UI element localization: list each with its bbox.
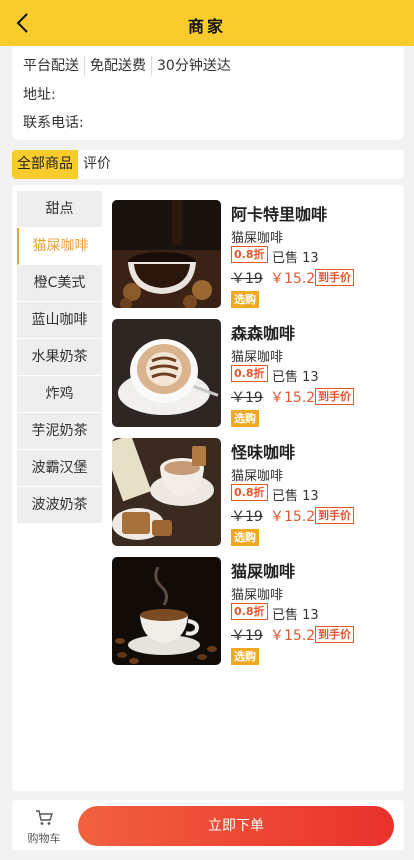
final-price: ￥15.2: [270, 390, 316, 406]
service-tag: 免配送费: [84, 56, 151, 76]
select-button[interactable]: 选购: [231, 529, 259, 546]
product-item[interactable]: 森森咖啡 猫屎咖啡 0.8折 已售 13 ￥19 ￥15.2 到手价 选购: [112, 319, 402, 428]
final-price: ￥15.2: [270, 628, 316, 644]
category-item[interactable]: 橙C美式: [17, 265, 102, 302]
product-item[interactable]: 怪味咖啡 猫屎咖啡 0.8折 已售 13 ￥19 ￥15.2 到手价 选购: [112, 438, 402, 547]
final-price-tag: 到手价: [315, 269, 354, 286]
product-name: 森森咖啡: [231, 324, 296, 343]
category-item[interactable]: 蓝山咖啡: [17, 302, 102, 339]
final-price-tag: 到手价: [315, 626, 354, 643]
product-desc: 猫屎咖啡: [231, 350, 284, 365]
category-item[interactable]: 波霸汉堡: [17, 450, 102, 487]
place-order-button[interactable]: 立即下单: [78, 806, 394, 846]
sold-count: 已售 13: [272, 370, 319, 385]
discount-badge: 0.8折: [231, 484, 268, 501]
bottom-bar: 购物车 立即下单: [12, 800, 404, 850]
coffee-beans-photo: [112, 557, 221, 665]
category-item[interactable]: 波波奶茶: [17, 487, 102, 524]
category-item[interactable]: 炸鸡: [17, 376, 102, 413]
original-price: ￥19: [231, 628, 263, 644]
tab-reviews[interactable]: 评价: [78, 150, 116, 179]
header-bar: 商家: [0, 0, 414, 46]
product-name: 猫屎咖啡: [231, 562, 296, 581]
coffee-biscuit-photo: [112, 438, 221, 546]
category-item[interactable]: 芋泥奶茶: [17, 413, 102, 450]
tab-bar: 全部商品 评价: [12, 150, 404, 179]
product-panel: 甜点 猫屎咖啡 橙C美式 蓝山咖啡 水果奶茶 炸鸡 芋泥奶茶 波霸汉堡 波波奶茶: [12, 185, 404, 791]
product-desc: 猫屎咖啡: [231, 588, 284, 603]
category-item-active[interactable]: 猫屎咖啡: [17, 228, 102, 265]
product-item[interactable]: 猫屎咖啡 猫屎咖啡 0.8折 已售 13 ￥19 ￥15.2 到手价 选购: [112, 557, 402, 666]
tab-all-products[interactable]: 全部商品: [12, 150, 78, 179]
product-desc: 猫屎咖啡: [231, 231, 284, 246]
discount-badge: 0.8折: [231, 365, 268, 382]
select-button[interactable]: 选购: [231, 648, 259, 665]
category-sidebar: 甜点 猫屎咖啡 橙C美式 蓝山咖啡 水果奶茶 炸鸡 芋泥奶茶 波霸汉堡 波波奶茶: [17, 191, 102, 524]
original-price: ￥19: [231, 271, 263, 287]
category-item[interactable]: 水果奶茶: [17, 339, 102, 376]
product-item[interactable]: 阿卡特里咖啡 猫屎咖啡 0.8折 已售 13 ￥19 ￥15.2 到手价 选购: [112, 200, 402, 309]
product-image: [112, 319, 221, 427]
product-image: [112, 557, 221, 665]
select-button[interactable]: 选购: [231, 410, 259, 427]
original-price: ￥19: [231, 390, 263, 406]
latte-art-photo: [112, 319, 221, 427]
final-price-tag: 到手价: [315, 388, 354, 405]
original-price: ￥19: [231, 509, 263, 525]
cart-label: 购物车: [27, 832, 61, 845]
page-title: 商家: [187, 17, 226, 36]
final-price-tag: 到手价: [315, 507, 354, 524]
category-item[interactable]: 甜点: [17, 191, 102, 228]
select-button[interactable]: 选购: [231, 291, 259, 308]
product-name: 阿卡特里咖啡: [231, 205, 328, 224]
address-label: 地址:: [23, 87, 56, 103]
store-info-card: 平台配送 免配送费 30分钟送达 地址: 联系电话:: [12, 46, 404, 140]
discount-badge: 0.8折: [231, 603, 268, 620]
product-image: [112, 200, 221, 308]
phone-label: 联系电话:: [23, 115, 84, 131]
product-desc: 猫屎咖啡: [231, 469, 284, 484]
final-price: ￥15.2: [270, 509, 316, 525]
product-name: 怪味咖啡: [231, 443, 296, 462]
service-tag: 平台配送: [23, 58, 79, 74]
discount-badge: 0.8折: [231, 246, 268, 263]
sold-count: 已售 13: [272, 251, 319, 266]
product-image: [112, 438, 221, 546]
cart-button[interactable]: 购物车: [24, 810, 64, 846]
final-price: ￥15.2: [270, 271, 316, 287]
service-tag: 30分钟送达: [151, 56, 236, 76]
coffee-pour-photo: [112, 200, 221, 308]
cart-icon: [36, 810, 53, 825]
sold-count: 已售 13: [272, 489, 319, 504]
service-tags: 平台配送 免配送费 30分钟送达: [23, 56, 236, 76]
sold-count: 已售 13: [272, 608, 319, 623]
